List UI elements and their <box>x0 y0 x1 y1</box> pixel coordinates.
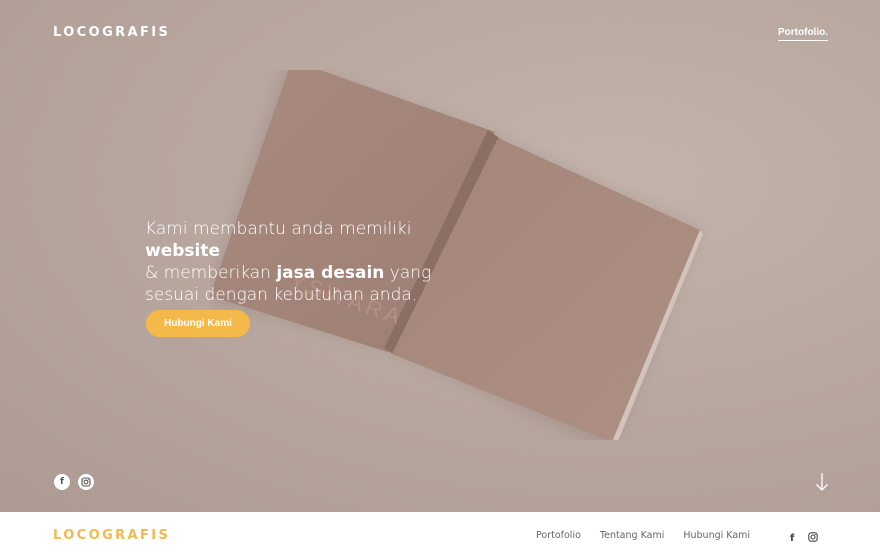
footer: LOCOGRAFIS Portofolio Tentang Kami Hubun… <box>0 512 880 555</box>
instagram-icon[interactable] <box>78 474 94 490</box>
scroll-down-arrow-icon[interactable] <box>815 472 829 492</box>
footer-nav-about[interactable]: Tentang Kami <box>600 530 664 541</box>
instagram-icon[interactable] <box>808 529 819 547</box>
facebook-icon[interactable]: f <box>790 533 794 544</box>
portfolio-link[interactable]: Portofolio. <box>778 27 828 41</box>
headline-text-2: & memberikan <box>145 263 277 283</box>
footer-nav-portfolio[interactable]: Portofolio <box>536 530 581 541</box>
hero-headline: Kami membantu anda memiliki website & mem… <box>145 218 475 306</box>
header-logo[interactable]: LOCOGRAFIS <box>53 25 170 40</box>
headline-bold-website: website <box>145 241 221 261</box>
footer-nav: Portofolio Tentang Kami Hubungi Kami <box>536 530 750 541</box>
footer-social-links: f <box>790 529 819 547</box>
headline-bold-design: jasa desain <box>276 263 385 283</box>
footer-logo[interactable]: LOCOGRAFIS <box>53 528 170 543</box>
footer-nav-contact[interactable]: Hubungi Kami <box>683 530 750 541</box>
headline-text-1: Kami membantu anda memiliki <box>145 219 412 239</box>
facebook-icon[interactable]: f <box>54 474 70 490</box>
hero-social-links: f <box>54 474 94 490</box>
hero-section: YSWARA LOCOGRAFIS Portofolio. Kami memba… <box>0 0 880 512</box>
contact-button[interactable]: Hubungi Kami <box>146 310 250 337</box>
